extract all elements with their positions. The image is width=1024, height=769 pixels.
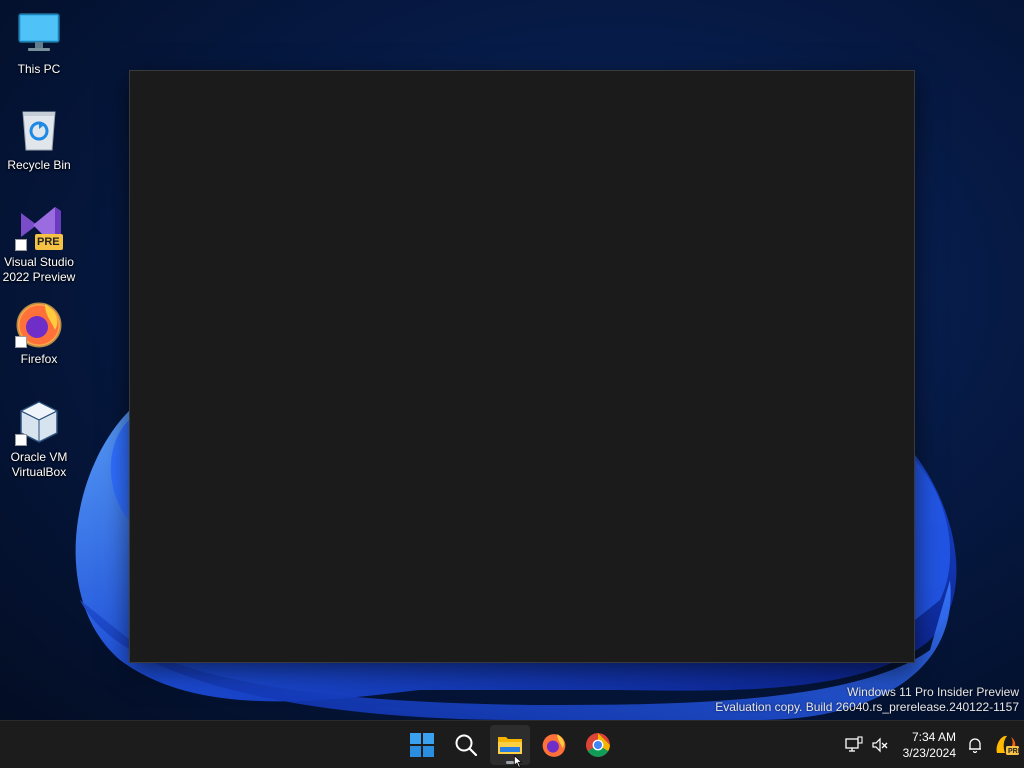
evaluation-watermark: Windows 11 Pro Insider Preview Evaluatio… <box>715 685 1019 715</box>
desktop-icon-label: This PC <box>17 62 61 76</box>
desktop-icon-label: Recycle Bin <box>7 158 71 172</box>
recycle-bin-icon <box>15 106 63 154</box>
blank-app-window[interactable] <box>129 70 915 663</box>
volume-muted-icon <box>872 737 888 753</box>
network-button[interactable] <box>842 725 866 765</box>
copilot-button[interactable]: PRE <box>989 725 1023 765</box>
notification-bell-icon <box>969 738 981 753</box>
mouse-cursor-icon <box>514 755 523 768</box>
chrome-taskbar-button[interactable] <box>578 725 618 765</box>
firefox-icon <box>15 300 63 348</box>
shortcut-arrow-icon <box>15 434 27 446</box>
preview-badge: PRE <box>37 236 60 248</box>
desktop-icon-visual-studio[interactable]: PRE Visual Studio 2022 Preview <box>2 203 76 285</box>
windows-start-icon <box>410 733 434 757</box>
chrome-icon <box>586 733 610 757</box>
desktop-icon-recycle-bin[interactable]: Recycle Bin <box>2 106 76 173</box>
network-icon <box>844 736 863 752</box>
visual-studio-preview-icon: PRE <box>15 203 63 251</box>
monitor-icon <box>15 10 63 58</box>
firefox-taskbar-button[interactable] <box>534 725 574 765</box>
file-explorer-button[interactable] <box>490 725 530 765</box>
desktop-icon-label: Oracle VM VirtualBox <box>10 450 68 479</box>
clock-time: 7:34 AM <box>911 730 956 744</box>
shortcut-arrow-icon <box>15 336 27 348</box>
system-tray: 7:34 AM 3/23/2024 PRE <box>841 721 1024 769</box>
shortcut-arrow-icon <box>15 239 27 251</box>
desktop-icon-this-pc[interactable]: This PC <box>2 10 76 77</box>
desktop-icon-firefox[interactable]: Firefox <box>2 300 76 367</box>
desktop[interactable]: This PC Recycle Bin PRE Visual Studio 20… <box>0 0 1024 720</box>
start-button[interactable] <box>402 725 442 765</box>
desktop-icon-label: Visual Studio 2022 Preview <box>2 255 76 284</box>
virtualbox-icon <box>15 398 63 446</box>
clock-button[interactable]: 7:34 AM 3/23/2024 <box>893 729 962 761</box>
search-button[interactable] <box>446 725 486 765</box>
watermark-line-1: Windows 11 Pro Insider Preview <box>847 685 1019 699</box>
taskbar-apps <box>402 721 618 769</box>
desktop-icon-virtualbox[interactable]: Oracle VM VirtualBox <box>2 398 76 480</box>
volume-button[interactable] <box>868 725 892 765</box>
desktop-icon-label: Firefox <box>20 352 58 366</box>
search-icon <box>455 734 478 757</box>
firefox-icon <box>542 734 566 757</box>
clock-date: 3/23/2024 <box>902 746 956 760</box>
copilot-preview-badge: PRE <box>1008 748 1023 755</box>
watermark-line-2: Evaluation copy. Build 26040.rs_prerelea… <box>715 700 1019 714</box>
file-explorer-icon <box>498 737 522 754</box>
notification-button[interactable] <box>963 725 987 765</box>
